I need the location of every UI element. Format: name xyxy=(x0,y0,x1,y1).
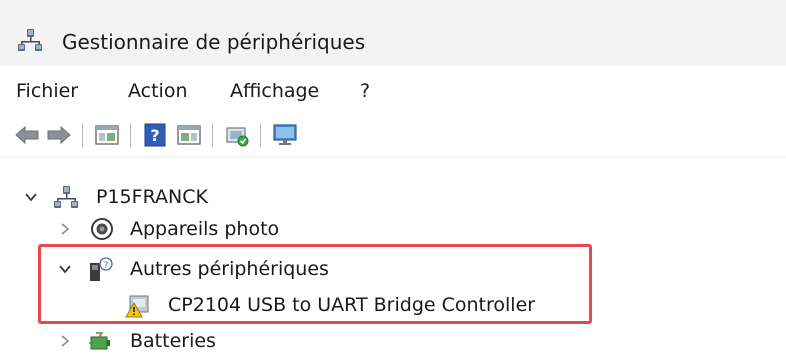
warning-device-icon xyxy=(124,293,152,318)
forward-arrow-icon[interactable] xyxy=(46,122,72,148)
tree-item-cp2104[interactable]: CP2104 USB to UART Bridge Controller xyxy=(0,291,600,319)
title-bar: Gestionnaire de périphériques xyxy=(0,6,786,66)
show-hide-console-tree-icon[interactable] xyxy=(94,122,120,148)
toolbar-separator xyxy=(82,123,83,147)
monitor-display-icon[interactable] xyxy=(272,122,298,148)
back-arrow-icon[interactable] xyxy=(14,122,40,148)
menu-fichier[interactable]: Fichier xyxy=(16,78,78,104)
svg-text:?: ? xyxy=(104,261,109,271)
toolbar-separator xyxy=(260,123,261,147)
tree-item-label: Autres périphériques xyxy=(130,258,329,280)
tree-item-batteries[interactable]: Batteries xyxy=(0,327,400,355)
battery-icon xyxy=(88,329,112,353)
toolbar-separator xyxy=(130,123,131,147)
menu-action[interactable]: Action xyxy=(128,78,188,104)
toolbar-separator xyxy=(212,123,213,147)
tree-root-row[interactable]: P15FRANCK xyxy=(0,183,400,211)
device-tree: P15FRANCK Appareils photo ? Autres périp… xyxy=(0,157,786,360)
computer-icon xyxy=(54,185,78,209)
toolbar: ? xyxy=(0,116,786,157)
tree-item-appareils-photo[interactable]: Appareils photo xyxy=(0,215,400,243)
chevron-right-icon[interactable] xyxy=(58,333,72,347)
tree-item-autres-peripheriques[interactable]: ? Autres périphériques xyxy=(0,255,500,283)
chevron-down-icon[interactable] xyxy=(58,261,72,275)
unknown-device-icon: ? xyxy=(88,257,113,281)
tree-item-label: Batteries xyxy=(130,330,216,352)
svg-text:?: ? xyxy=(150,126,159,145)
menu-bar: Fichier Action Affichage ? xyxy=(0,66,786,116)
device-manager-window: Gestionnaire de périphériques Fichier Ac… xyxy=(0,0,786,360)
device-manager-icon xyxy=(18,28,42,52)
menu-help[interactable]: ? xyxy=(360,78,370,104)
camera-icon xyxy=(90,217,114,241)
window-title: Gestionnaire de périphériques xyxy=(62,30,366,54)
help-icon[interactable]: ? xyxy=(142,122,168,148)
menu-affichage[interactable]: Affichage xyxy=(230,78,319,104)
chevron-right-icon[interactable] xyxy=(58,221,72,235)
action-pane-icon[interactable] xyxy=(176,122,202,148)
chevron-down-icon[interactable] xyxy=(24,189,38,203)
tree-item-label: CP2104 USB to UART Bridge Controller xyxy=(168,294,536,316)
tree-item-label: Appareils photo xyxy=(130,218,280,240)
scan-hardware-changes-icon[interactable] xyxy=(224,122,250,148)
tree-root-label: P15FRANCK xyxy=(96,186,208,208)
